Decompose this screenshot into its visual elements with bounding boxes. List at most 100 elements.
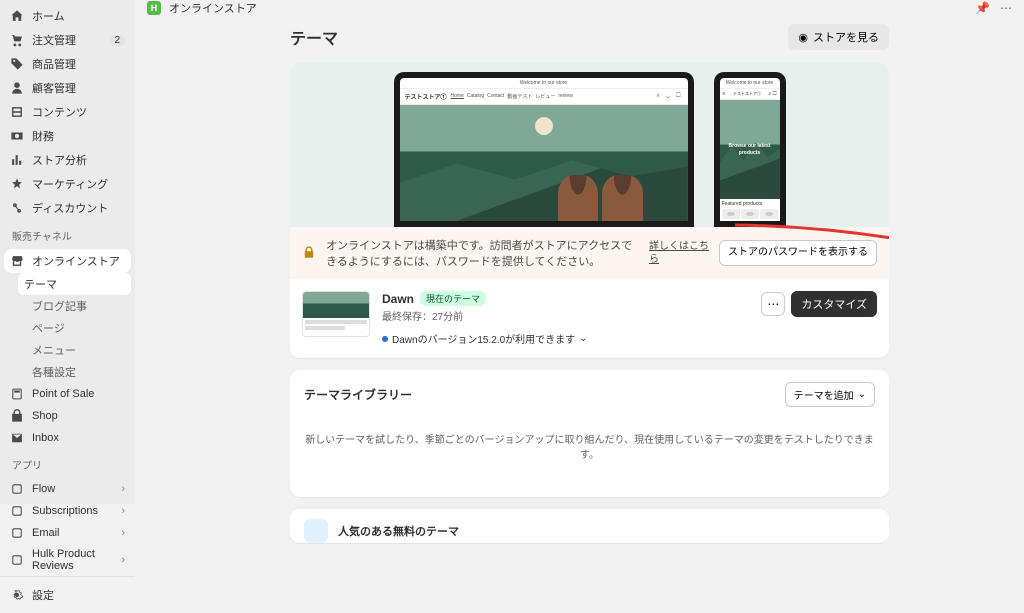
nav-label: ストア分析 bbox=[32, 152, 87, 168]
show-password-button[interactable]: ストアのパスワードを表示する bbox=[719, 240, 877, 266]
desktop-preview: Welcome to our store テストストア① HomeCatalog… bbox=[394, 72, 694, 227]
nav-label: 財務 bbox=[32, 128, 54, 144]
mobile-hero-text: Browse our latest products bbox=[720, 143, 780, 156]
subnav-item[interactable]: 各種設定 bbox=[22, 361, 135, 383]
add-theme-button[interactable]: テーマを追加 ⌄ bbox=[785, 382, 875, 407]
nav-label: 注文管理 bbox=[32, 32, 76, 48]
nav-item-inbox[interactable]: Inbox bbox=[0, 427, 135, 449]
password-banner: オンラインストアは構築中です。訪問者がストアにアクセスできるようにするには、パス… bbox=[290, 227, 889, 279]
saved-value: 27分前 bbox=[432, 312, 463, 323]
nav-item-app[interactable]: Email› bbox=[0, 522, 135, 544]
store-name: オンラインストア bbox=[169, 0, 257, 16]
customers-icon bbox=[10, 81, 24, 95]
nav-label: ディスカウント bbox=[32, 200, 108, 216]
settings-link[interactable]: 設定 bbox=[0, 583, 135, 607]
popular-icon bbox=[304, 519, 328, 543]
eye-icon: ◉ bbox=[798, 31, 808, 44]
nav-item-home[interactable]: ホーム bbox=[0, 4, 135, 28]
nav-item-pos[interactable]: Point of Sale bbox=[0, 383, 135, 405]
theme-name: Dawn bbox=[382, 292, 414, 306]
nav-item-store[interactable]: オンラインストア bbox=[4, 249, 131, 273]
banner-text: オンラインストアは構築中です。訪問者がストアにアクセスできるようにするには、パス… bbox=[326, 237, 639, 269]
current-theme-row: Dawn 現在のテーマ 最終保存：27分前 Dawnのバージョン15.2.0が利… bbox=[290, 279, 889, 358]
popular-themes-card: 人気のある無料のテーマ bbox=[290, 509, 889, 543]
chevron-right-icon: › bbox=[121, 505, 125, 517]
sidebar: ホーム注文管理 2 商品管理顧客管理コンテンツ財務ストア分析マーケティングディスカウ… bbox=[0, 0, 135, 504]
nav-label: 顧客管理 bbox=[32, 80, 76, 96]
nav-item-finance[interactable]: 財務 bbox=[0, 124, 135, 148]
preview-nav-link: Home bbox=[451, 93, 464, 100]
nav-item-app[interactable]: Subscriptions › bbox=[0, 500, 135, 522]
finance-icon bbox=[10, 129, 24, 143]
subnav-item[interactable]: ブログ記事 bbox=[22, 295, 135, 317]
nav-label: 商品管理 bbox=[32, 56, 76, 72]
pos-icon bbox=[10, 387, 24, 401]
nav-item-marketing[interactable]: マーケティング bbox=[0, 172, 135, 196]
view-store-button[interactable]: ◉ ストアを見る bbox=[788, 24, 889, 50]
orders-icon bbox=[10, 33, 24, 47]
customize-button[interactable]: カスタマイズ bbox=[791, 291, 877, 317]
subnav-item[interactable]: テーマ bbox=[18, 273, 131, 295]
nav-label: マーケティング bbox=[32, 176, 108, 192]
nav-label: Inbox bbox=[32, 432, 59, 444]
page-title: テーマ bbox=[290, 25, 338, 49]
nav-label: Hulk Product Reviews bbox=[32, 548, 113, 572]
chevron-down-icon: ⌄ bbox=[579, 333, 587, 344]
nav-item-customers[interactable]: 顧客管理 bbox=[0, 76, 135, 100]
app-icon bbox=[10, 482, 24, 496]
nav-item-products[interactable]: 商品管理 bbox=[0, 52, 135, 76]
nav-label: Flow bbox=[32, 483, 55, 495]
nav-item-content[interactable]: コンテンツ bbox=[0, 100, 135, 124]
theme-preview: Welcome to our store テストストア① HomeCatalog… bbox=[290, 62, 889, 227]
subnav-item[interactable]: メニュー bbox=[22, 339, 135, 361]
nav-item-shop[interactable]: Shop bbox=[0, 405, 135, 427]
preview-nav-link: レビュー bbox=[535, 93, 555, 100]
nav-item-app[interactable]: Flow › bbox=[0, 478, 135, 500]
store-logo-icon: H bbox=[147, 1, 161, 15]
theme-version-notice[interactable]: Dawnのバージョン15.2.0が利用できます ⌄ bbox=[382, 331, 749, 346]
chevron-down-icon: ⌄ bbox=[858, 389, 866, 400]
preview-nav-link: review bbox=[558, 93, 572, 100]
theme-thumbnail bbox=[302, 291, 370, 337]
nav-badge: 2 bbox=[109, 35, 125, 46]
theme-more-button[interactable]: ⋯ bbox=[761, 292, 785, 316]
inbox-icon bbox=[10, 431, 24, 445]
banner-learn-more[interactable]: 詳しくはこちら bbox=[649, 240, 709, 266]
channels-header: 販売チャネル bbox=[0, 220, 135, 245]
analytics-icon bbox=[10, 153, 24, 167]
popular-title: 人気のある無料のテーマ bbox=[338, 523, 459, 539]
nav-item-discounts[interactable]: ディスカウント bbox=[0, 196, 135, 220]
chevron-right-icon: › bbox=[121, 527, 125, 539]
lock-icon bbox=[302, 245, 316, 262]
preview-nav-link: Contact bbox=[487, 93, 504, 100]
chevron-right-icon: › bbox=[121, 554, 125, 566]
content-icon bbox=[10, 105, 24, 119]
saved-label: 最終保存： bbox=[382, 312, 432, 323]
more-icon[interactable]: ⋯ bbox=[1000, 1, 1012, 15]
subnav-item[interactable]: ページ bbox=[22, 317, 135, 339]
nav-item-analytics[interactable]: ストア分析 bbox=[0, 148, 135, 172]
marketing-icon bbox=[10, 177, 24, 191]
nav-label: Subscriptions bbox=[32, 505, 98, 517]
nav-label: Shop bbox=[32, 410, 58, 422]
update-dot-icon bbox=[382, 336, 388, 342]
nav-item-app[interactable]: Hulk Product Reviews › bbox=[0, 544, 135, 576]
current-theme-badge: 現在のテーマ bbox=[420, 291, 486, 306]
preview-nav-link: 動画テスト bbox=[507, 93, 532, 100]
chevron-right-icon: › bbox=[121, 483, 125, 495]
main-content: H オンラインストア 📌 ⋯ テーマ ◉ ストアを見る Welcome to o… bbox=[135, 0, 1024, 504]
library-title: テーマライブラリー bbox=[304, 386, 412, 403]
nav-label: ホーム bbox=[32, 8, 65, 24]
shop-icon bbox=[10, 409, 24, 423]
preview-hero bbox=[400, 105, 688, 221]
view-store-label: ストアを見る bbox=[813, 29, 879, 45]
nav-item-orders[interactable]: 注文管理 2 bbox=[0, 28, 135, 52]
app-icon bbox=[10, 553, 24, 567]
home-icon bbox=[10, 9, 24, 23]
apps-header: アプリ bbox=[0, 449, 135, 474]
nav-label: オンラインストア bbox=[32, 253, 120, 269]
nav-label: Point of Sale bbox=[32, 388, 94, 400]
pin-icon[interactable]: 📌 bbox=[975, 1, 990, 15]
mobile-preview: Welcome to our store ≡テストストア①⌕ ☐ Browse … bbox=[714, 72, 786, 227]
app-icon bbox=[10, 526, 24, 540]
